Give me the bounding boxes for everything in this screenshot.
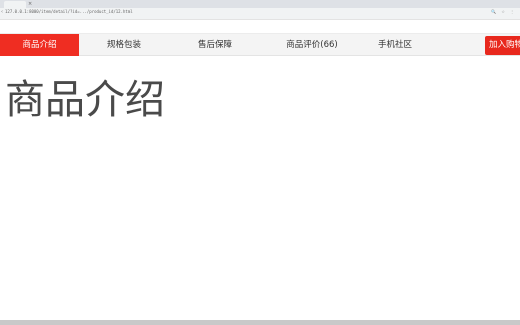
close-icon[interactable]: × xyxy=(28,1,32,7)
browser-tab[interactable] xyxy=(4,1,26,8)
bookmark-star-icon[interactable]: ☆ xyxy=(501,9,505,15)
tab-after-sales[interactable]: 售后保障 xyxy=(169,34,261,56)
tab-specs-packaging[interactable]: 规格包装 xyxy=(79,34,169,56)
menu-icon[interactable]: ⋮ xyxy=(510,9,514,15)
back-arrow-icon[interactable]: ‹ xyxy=(1,9,3,15)
section-heading: 商品介绍 xyxy=(5,77,165,123)
page-content: 商品介绍 规格包装 售后保障 商品评价(66) 手机社区 加入购物车 商品介绍 xyxy=(0,20,520,320)
browser-toolbar-icons: 🔍 ☆ ⋮ xyxy=(491,9,514,15)
tab-reviews[interactable]: 商品评价(66) xyxy=(261,34,363,56)
product-detail-tabbar: 商品介绍 规格包装 售后保障 商品评价(66) 手机社区 加入购物车 xyxy=(0,33,520,56)
browser-tab-strip: × xyxy=(0,0,520,8)
address-bar[interactable]: 127.0.0.1:8000/item/detail/?id=.../produ… xyxy=(5,9,133,15)
horizontal-scrollbar[interactable] xyxy=(0,320,520,325)
browser-chrome: × ‹ 127.0.0.1:8000/item/detail/?id=.../p… xyxy=(0,0,520,20)
zoom-icon[interactable]: 🔍 xyxy=(491,9,496,15)
tab-product-intro[interactable]: 商品介绍 xyxy=(0,34,79,56)
tab-phone-community[interactable]: 手机社区 xyxy=(363,34,427,56)
add-to-cart-button[interactable]: 加入购物车 xyxy=(485,36,520,55)
